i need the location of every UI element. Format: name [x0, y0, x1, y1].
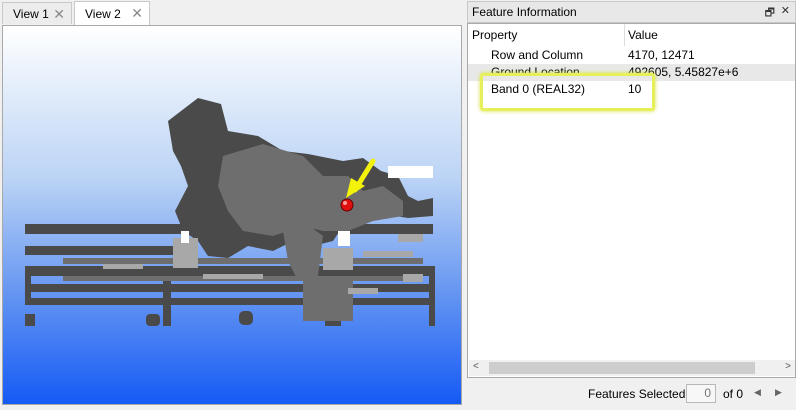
- tab-view-1[interactable]: View 1 ✕: [2, 2, 72, 24]
- property-cell: Row and Column: [491, 48, 584, 62]
- scroll-right-icon[interactable]: >: [785, 361, 791, 372]
- dock-title-bar: Feature Information 🗗 ✕: [467, 1, 796, 23]
- column-header-value[interactable]: Value: [624, 24, 794, 46]
- header-label: Property: [472, 28, 518, 42]
- selection-status-bar: Features Selected: 0 of 0 ◀ ▶: [467, 381, 796, 407]
- view-tab-bar: View 1 ✕ View 2 ✕: [0, 0, 465, 26]
- selected-count-field[interactable]: 0: [686, 384, 716, 403]
- dock-title: Feature Information: [472, 5, 577, 19]
- horizontal-scrollbar[interactable]: < >: [469, 360, 795, 376]
- header-label: Value: [628, 28, 658, 42]
- tab-label: View 2: [85, 7, 121, 21]
- tab-label: View 1: [13, 6, 49, 21]
- view-area: View 1 ✕ View 2 ✕: [0, 0, 465, 410]
- column-header-property[interactable]: Property: [468, 24, 624, 46]
- scroll-thumb[interactable]: [489, 362, 755, 374]
- feature-table: Property Value Row and Column 4170, 1247…: [467, 23, 796, 378]
- scroll-left-icon[interactable]: <: [473, 361, 479, 372]
- total-count-label: of 0: [723, 387, 744, 401]
- value-cell: 4170, 12471: [628, 48, 695, 62]
- highlight-box: [480, 73, 655, 111]
- restore-icon[interactable]: 🗗: [765, 4, 775, 23]
- close-icon[interactable]: ✕: [131, 5, 143, 22]
- close-icon[interactable]: ✕: [53, 6, 65, 23]
- close-icon[interactable]: ✕: [781, 4, 790, 17]
- tab-view-2[interactable]: View 2 ✕: [74, 1, 150, 26]
- location-marker[interactable]: [340, 198, 354, 212]
- previous-icon[interactable]: ◀: [754, 387, 761, 398]
- feature-information-dock: Feature Information 🗗 ✕ Property Value R…: [467, 1, 796, 410]
- next-icon[interactable]: ▶: [775, 387, 782, 398]
- features-selected-label: Features Selected:: [588, 387, 689, 401]
- 3d-viewport[interactable]: [2, 25, 462, 405]
- table-row[interactable]: Row and Column 4170, 12471: [468, 47, 795, 64]
- terrain-render: [25, 98, 435, 326]
